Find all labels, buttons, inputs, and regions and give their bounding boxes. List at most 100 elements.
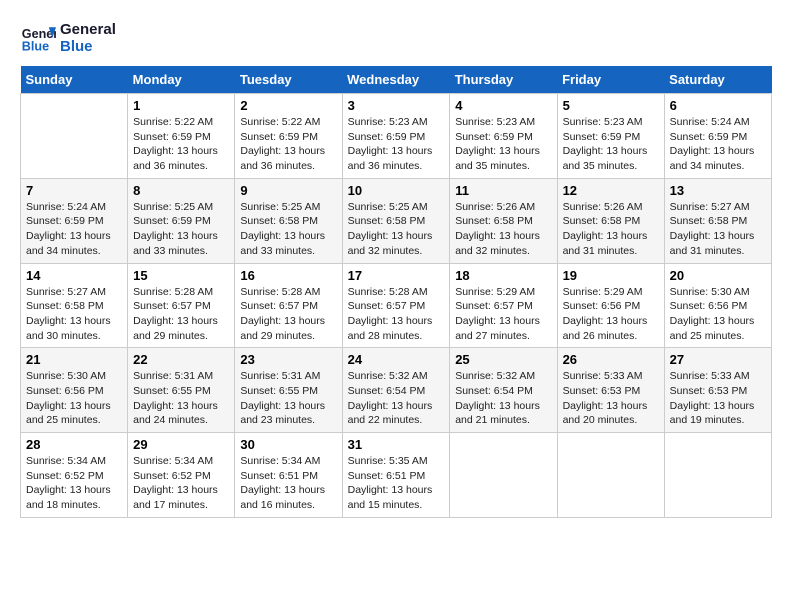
sunrise-label: Sunrise: 5:33 AM xyxy=(563,370,643,382)
sunrise-label: Sunrise: 5:32 AM xyxy=(348,370,428,382)
sunrise-label: Sunrise: 5:25 AM xyxy=(348,201,428,213)
day-info: Sunrise: 5:26 AM Sunset: 6:58 PM Dayligh… xyxy=(455,200,551,259)
sunrise-label: Sunrise: 5:29 AM xyxy=(563,286,643,298)
daylight-label: Daylight: 13 hours and 27 minutes. xyxy=(455,315,540,342)
sunrise-label: Sunrise: 5:31 AM xyxy=(133,370,213,382)
sunrise-label: Sunrise: 5:24 AM xyxy=(670,116,750,128)
week-row-1: 1 Sunrise: 5:22 AM Sunset: 6:59 PM Dayli… xyxy=(21,94,772,179)
sunrise-label: Sunrise: 5:32 AM xyxy=(455,370,535,382)
calendar-cell: 18 Sunrise: 5:29 AM Sunset: 6:57 PM Dayl… xyxy=(450,263,557,348)
daylight-label: Daylight: 13 hours and 36 minutes. xyxy=(348,145,433,172)
sunset-label: Sunset: 6:58 PM xyxy=(26,300,104,312)
sunset-label: Sunset: 6:57 PM xyxy=(240,300,318,312)
calendar-cell: 23 Sunrise: 5:31 AM Sunset: 6:55 PM Dayl… xyxy=(235,348,342,433)
daylight-label: Daylight: 13 hours and 26 minutes. xyxy=(563,315,648,342)
day-info: Sunrise: 5:28 AM Sunset: 6:57 PM Dayligh… xyxy=(348,285,445,344)
day-number: 6 xyxy=(670,98,766,113)
sunrise-label: Sunrise: 5:34 AM xyxy=(240,455,320,467)
sunrise-label: Sunrise: 5:30 AM xyxy=(26,370,106,382)
sunset-label: Sunset: 6:54 PM xyxy=(348,385,426,397)
sunrise-label: Sunrise: 5:28 AM xyxy=(348,286,428,298)
svg-text:Blue: Blue xyxy=(22,40,49,54)
day-number: 8 xyxy=(133,183,229,198)
sunrise-label: Sunrise: 5:26 AM xyxy=(563,201,643,213)
week-row-5: 28 Sunrise: 5:34 AM Sunset: 6:52 PM Dayl… xyxy=(21,433,772,518)
daylight-label: Daylight: 13 hours and 31 minutes. xyxy=(670,230,755,257)
sunset-label: Sunset: 6:57 PM xyxy=(348,300,426,312)
calendar-cell: 28 Sunrise: 5:34 AM Sunset: 6:52 PM Dayl… xyxy=(21,433,128,518)
calendar-cell: 19 Sunrise: 5:29 AM Sunset: 6:56 PM Dayl… xyxy=(557,263,664,348)
calendar-cell: 22 Sunrise: 5:31 AM Sunset: 6:55 PM Dayl… xyxy=(128,348,235,433)
calendar-cell: 12 Sunrise: 5:26 AM Sunset: 6:58 PM Dayl… xyxy=(557,178,664,263)
sunset-label: Sunset: 6:56 PM xyxy=(26,385,104,397)
day-number: 11 xyxy=(455,183,551,198)
day-info: Sunrise: 5:34 AM Sunset: 6:51 PM Dayligh… xyxy=(240,454,336,513)
day-number: 31 xyxy=(348,437,445,452)
header-row: SundayMondayTuesdayWednesdayThursdayFrid… xyxy=(21,66,772,94)
calendar-cell: 29 Sunrise: 5:34 AM Sunset: 6:52 PM Dayl… xyxy=(128,433,235,518)
day-number: 25 xyxy=(455,352,551,367)
daylight-label: Daylight: 13 hours and 35 minutes. xyxy=(455,145,540,172)
day-info: Sunrise: 5:25 AM Sunset: 6:58 PM Dayligh… xyxy=(348,200,445,259)
sunset-label: Sunset: 6:58 PM xyxy=(240,215,318,227)
day-number: 23 xyxy=(240,352,336,367)
day-info: Sunrise: 5:31 AM Sunset: 6:55 PM Dayligh… xyxy=(240,369,336,428)
daylight-label: Daylight: 13 hours and 16 minutes. xyxy=(240,484,325,511)
sunset-label: Sunset: 6:55 PM xyxy=(240,385,318,397)
sunrise-label: Sunrise: 5:23 AM xyxy=(348,116,428,128)
day-info: Sunrise: 5:25 AM Sunset: 6:59 PM Dayligh… xyxy=(133,200,229,259)
sunrise-label: Sunrise: 5:22 AM xyxy=(133,116,213,128)
daylight-label: Daylight: 13 hours and 34 minutes. xyxy=(26,230,111,257)
day-number: 4 xyxy=(455,98,551,113)
column-header-sunday: Sunday xyxy=(21,66,128,94)
daylight-label: Daylight: 13 hours and 29 minutes. xyxy=(133,315,218,342)
calendar-cell: 9 Sunrise: 5:25 AM Sunset: 6:58 PM Dayli… xyxy=(235,178,342,263)
sunset-label: Sunset: 6:59 PM xyxy=(133,131,211,143)
calendar-cell: 11 Sunrise: 5:26 AM Sunset: 6:58 PM Dayl… xyxy=(450,178,557,263)
calendar-cell: 7 Sunrise: 5:24 AM Sunset: 6:59 PM Dayli… xyxy=(21,178,128,263)
day-info: Sunrise: 5:33 AM Sunset: 6:53 PM Dayligh… xyxy=(563,369,659,428)
sunset-label: Sunset: 6:59 PM xyxy=(240,131,318,143)
week-row-2: 7 Sunrise: 5:24 AM Sunset: 6:59 PM Dayli… xyxy=(21,178,772,263)
sunrise-label: Sunrise: 5:24 AM xyxy=(26,201,106,213)
calendar-cell: 14 Sunrise: 5:27 AM Sunset: 6:58 PM Dayl… xyxy=(21,263,128,348)
day-info: Sunrise: 5:27 AM Sunset: 6:58 PM Dayligh… xyxy=(670,200,766,259)
sunset-label: Sunset: 6:53 PM xyxy=(563,385,641,397)
day-info: Sunrise: 5:32 AM Sunset: 6:54 PM Dayligh… xyxy=(455,369,551,428)
calendar-cell: 6 Sunrise: 5:24 AM Sunset: 6:59 PM Dayli… xyxy=(664,94,771,179)
day-number: 19 xyxy=(563,268,659,283)
sunset-label: Sunset: 6:58 PM xyxy=(670,215,748,227)
column-header-friday: Friday xyxy=(557,66,664,94)
sunset-label: Sunset: 6:59 PM xyxy=(348,131,426,143)
sunrise-label: Sunrise: 5:22 AM xyxy=(240,116,320,128)
day-number: 29 xyxy=(133,437,229,452)
day-info: Sunrise: 5:30 AM Sunset: 6:56 PM Dayligh… xyxy=(670,285,766,344)
day-info: Sunrise: 5:33 AM Sunset: 6:53 PM Dayligh… xyxy=(670,369,766,428)
day-number: 24 xyxy=(348,352,445,367)
calendar-cell: 27 Sunrise: 5:33 AM Sunset: 6:53 PM Dayl… xyxy=(664,348,771,433)
sunrise-label: Sunrise: 5:34 AM xyxy=(26,455,106,467)
daylight-label: Daylight: 13 hours and 20 minutes. xyxy=(563,400,648,427)
day-info: Sunrise: 5:34 AM Sunset: 6:52 PM Dayligh… xyxy=(133,454,229,513)
calendar-table: SundayMondayTuesdayWednesdayThursdayFrid… xyxy=(20,66,772,518)
calendar-cell: 30 Sunrise: 5:34 AM Sunset: 6:51 PM Dayl… xyxy=(235,433,342,518)
page-header: General Blue General Blue xyxy=(20,20,772,56)
sunset-label: Sunset: 6:57 PM xyxy=(133,300,211,312)
calendar-cell xyxy=(21,94,128,179)
sunset-label: Sunset: 6:58 PM xyxy=(455,215,533,227)
sunset-label: Sunset: 6:57 PM xyxy=(455,300,533,312)
day-info: Sunrise: 5:27 AM Sunset: 6:58 PM Dayligh… xyxy=(26,285,122,344)
daylight-label: Daylight: 13 hours and 25 minutes. xyxy=(670,315,755,342)
day-number: 7 xyxy=(26,183,122,198)
day-number: 12 xyxy=(563,183,659,198)
daylight-label: Daylight: 13 hours and 31 minutes. xyxy=(563,230,648,257)
sunset-label: Sunset: 6:59 PM xyxy=(563,131,641,143)
calendar-cell: 26 Sunrise: 5:33 AM Sunset: 6:53 PM Dayl… xyxy=(557,348,664,433)
calendar-cell: 5 Sunrise: 5:23 AM Sunset: 6:59 PM Dayli… xyxy=(557,94,664,179)
day-info: Sunrise: 5:22 AM Sunset: 6:59 PM Dayligh… xyxy=(133,115,229,174)
day-number: 17 xyxy=(348,268,445,283)
calendar-cell: 2 Sunrise: 5:22 AM Sunset: 6:59 PM Dayli… xyxy=(235,94,342,179)
column-header-thursday: Thursday xyxy=(450,66,557,94)
day-number: 3 xyxy=(348,98,445,113)
calendar-cell: 31 Sunrise: 5:35 AM Sunset: 6:51 PM Dayl… xyxy=(342,433,450,518)
